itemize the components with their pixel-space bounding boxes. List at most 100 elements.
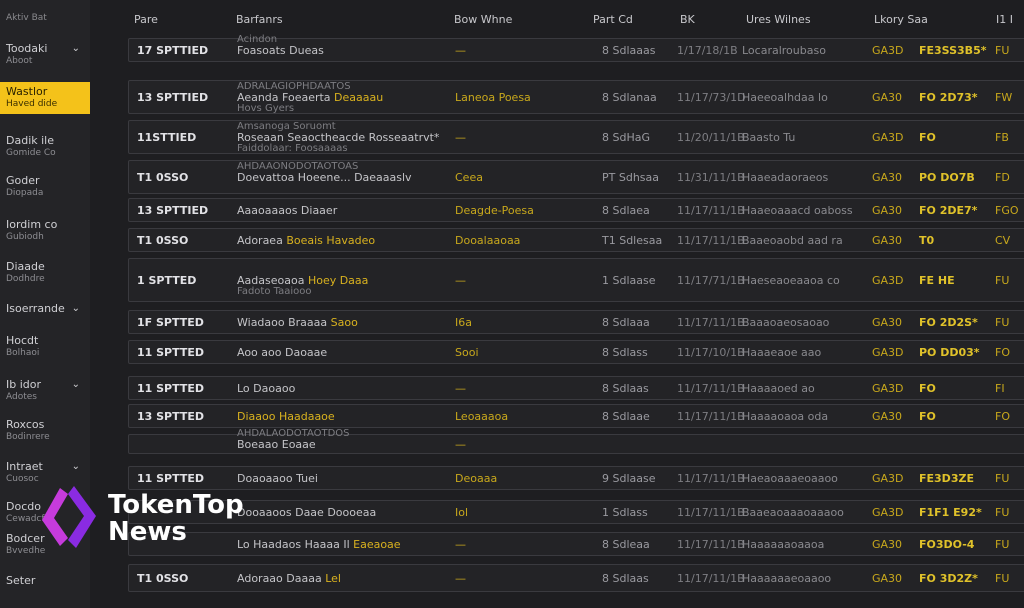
cell-detail[interactable]: Doevattoa Hoeene... Daeaaaslv (237, 171, 412, 184)
table-row[interactable]: 11 SPTTED — 8 Sdlaas 11/17/11/1B Haaaaoed ao… (128, 376, 1024, 400)
cell-bw: Leoaaaoa (455, 410, 509, 423)
cell-detail[interactable]: Foasoats Dueas (237, 44, 324, 57)
cell-bs: PO DD03* (919, 346, 980, 359)
cell-bw: Ceea (455, 171, 483, 184)
cell-uw: Haaaaaaeoaaoo (742, 572, 832, 585)
cell-time: T1 0SSO (137, 234, 189, 247)
cell-bw: — (455, 274, 466, 287)
cell-bw: Deoaaa (455, 472, 498, 485)
col-header-bk[interactable]: BK (680, 13, 695, 26)
cell-pa: GA30 (872, 204, 903, 217)
cell-ex: FD (995, 171, 1010, 184)
col-header-extra[interactable]: I1 I (996, 13, 1013, 26)
cell-pc: 8 Sdlaas (602, 382, 649, 395)
table-row[interactable]: 11 SPTTED Sooi 8 Sdlass 11/17/10/1B Haaaeaoe… (128, 340, 1024, 364)
cell-sk: 11/17/11/1B (677, 382, 745, 395)
cell-detail[interactable]: Aaaoaaaos Diaaer (237, 204, 337, 217)
cell-sk: 11/17/11/1B (677, 204, 745, 217)
table-row[interactable]: 11 SPTTED Deoaaa 9 Sdlaase 11/17/11/1B Haeao… (128, 466, 1024, 490)
col-header-user[interactable]: Ures Wilnes (746, 13, 811, 26)
cell-pc: 1 Sdlaase (602, 274, 656, 287)
sidebar-item-sublabel: Gomide Co (6, 148, 56, 158)
cell-uw: Haaeoaaacd oaboss (742, 204, 853, 217)
cell-pa: GA3D (872, 44, 904, 57)
cell-uw: Haeseaoeaaoa co (742, 274, 840, 287)
cell-detail[interactable]: Boeaao Eoaae (237, 438, 316, 451)
cell-ex: CV (995, 234, 1011, 247)
cell-uw: Haaaaoed ao (742, 382, 815, 395)
cell-bw: I6a (455, 316, 472, 329)
cell-detail[interactable]: Diaaoo Haadaaoe (237, 410, 335, 423)
sidebar-item-label: Docdo (6, 500, 41, 513)
cell-sk: 1/17/18/1B (677, 44, 738, 57)
sidebar-item-label: Seter (6, 574, 36, 587)
sidebar-item[interactable]: Toodaki Aboot ⌄ (0, 42, 90, 68)
cell-pc: 1 Sdlass (602, 506, 648, 519)
cell-detail[interactable]: Adoraao Daaaa Lel (237, 572, 341, 585)
cell-ex: FU (995, 472, 1010, 485)
sidebar-item-sublabel: Bodinrere (6, 432, 50, 442)
table-row[interactable]: 13 SPTTED Leoaaaoa 8 Sdlaae 11/17/11/1B Haaa… (128, 404, 1024, 428)
sidebar-item[interactable]: Diaade Dodhdre (0, 260, 90, 286)
sidebar-item[interactable]: Hocdt Bolhaoi (0, 334, 90, 360)
table-row[interactable]: — 8 Sdleaa 11/17/11/1B Haaaaaaoaaoa GA30 FO3D… (128, 532, 1024, 556)
cell-bw: — (455, 382, 466, 395)
sidebar-item-label: Intraet (6, 460, 43, 473)
table-row[interactable]: T1 0SSO — 8 Sdlaas 11/17/11/1B Haaaaaaeoaaoo… (128, 564, 1024, 592)
sidebar-item[interactable]: Seter (0, 574, 90, 587)
table-row[interactable]: 1 SPTTED — 1 Sdlaase 11/17/71/1B Haeseaoeaao… (128, 258, 1024, 302)
sidebar-item-label: Iordim co (6, 218, 58, 231)
table-row[interactable]: 11STTIED — 8 SdHaG 11/20/11/1B Baasto Tu GA3D… (128, 120, 1024, 154)
col-header-part[interactable]: Part Cd (593, 13, 633, 26)
sidebar-item-sublabel: Haved dide (6, 99, 58, 109)
sidebar-item[interactable]: Goder Diopada (0, 174, 90, 200)
cell-uw: Haaaeaoe aao (742, 346, 822, 359)
cell-detail-highlight: Eaeaoae (353, 538, 401, 551)
cell-detail[interactable]: Lo Haadaos Haaaa Il Eaeaoae (237, 538, 401, 551)
cell-bs: FO 2D73* (919, 91, 978, 104)
sidebar-item[interactable]: Isoerrande ⌄ (0, 302, 90, 315)
chevron-down-icon[interactable]: ⌄ (72, 302, 80, 315)
cell-ex: FGO (995, 204, 1019, 217)
cell-pa: GA3D (872, 506, 904, 519)
col-header-details[interactable]: Barfanrs (236, 13, 283, 26)
cell-detail[interactable]: Wiadaoo Braaaa Saoo (237, 316, 358, 329)
table-row[interactable]: 1F SPTTED I6a 8 Sdlaaa 11/17/11/1B Baaaoaeos… (128, 310, 1024, 334)
table-row[interactable]: 13 SPTTIED Laneoa Poesa 8 Sdlanaa 11/17/73/… (128, 80, 1024, 114)
sidebar-item[interactable]: Roxcos Bodinrere (0, 418, 90, 444)
cell-detail-highlight: Saoo (330, 316, 358, 329)
sidebar-item[interactable]: Wastlor Haved dide (0, 82, 90, 114)
cell-detail[interactable]: Lo Daoaoo (237, 382, 295, 395)
cell-pc: 8 Sdlaae (602, 410, 650, 423)
sidebar-item[interactable]: Ib idor Adotes ⌄ (0, 378, 90, 404)
sidebar-item[interactable]: Iordim co Gubiodh (0, 218, 90, 244)
sidebar-item-sublabel: Aboot (6, 56, 33, 66)
cell-detail-text: Boeaao Eoaae (237, 438, 316, 451)
cell-bw: — (455, 44, 466, 57)
col-header-time[interactable]: Pare (134, 13, 158, 26)
chevron-down-icon[interactable]: ⌄ (72, 378, 80, 391)
cell-ex: FU (995, 274, 1010, 287)
table-row[interactable]: T1 0SSO Dooalaaoaa T1 Sdlesaa 11/17/11/1B Ba… (128, 228, 1024, 252)
table-row[interactable]: — AHDALAODOTAOTDOS Boeaao Eoaae (128, 428, 1024, 454)
chevron-down-icon[interactable]: ⌄ (72, 42, 80, 55)
chevron-down-icon[interactable]: ⌄ (72, 460, 80, 473)
cell-bs: FE HE (919, 274, 955, 287)
cell-detail[interactable]: Adoraea Boeais Havadeo (237, 234, 375, 247)
cell-ex: FU (995, 506, 1010, 519)
cell-ex: FW (995, 91, 1013, 104)
cell-time: 1 SPTTED (137, 274, 197, 287)
cell-bs: FO 2DE7* (919, 204, 978, 217)
col-header-bow[interactable]: Bow Whne (454, 13, 512, 26)
col-header-status[interactable]: Lkory Saa (874, 13, 928, 26)
table-row[interactable]: 17 SPTTIED — 8 Sdlaaas 1/17/18/1B Locaralrou… (128, 34, 1024, 62)
cell-bs: FO (919, 131, 936, 144)
table-row[interactable]: Iol 1 Sdlass 11/17/11/1B Baaeaoaaaoaaaoo GA3… (128, 500, 1024, 524)
table-row[interactable]: 13 SPTTIED Deagde-Poesa 8 Sdlaea 11/17/11/1… (128, 198, 1024, 222)
table-row[interactable]: T1 0SSO Ceea PT Sdhsaa 11/31/11/1B Haaeadaor… (128, 160, 1024, 194)
cell-detail-sub: Faiddolaar: Foosaaaas (237, 143, 348, 154)
cell-pc: 8 Sdlass (602, 346, 648, 359)
sidebar-item[interactable]: Dadik ile Gomide Co (0, 134, 90, 160)
cell-detail[interactable]: Aoo aoo Daoaae (237, 346, 327, 359)
cell-pc: T1 Sdlesaa (602, 234, 663, 247)
